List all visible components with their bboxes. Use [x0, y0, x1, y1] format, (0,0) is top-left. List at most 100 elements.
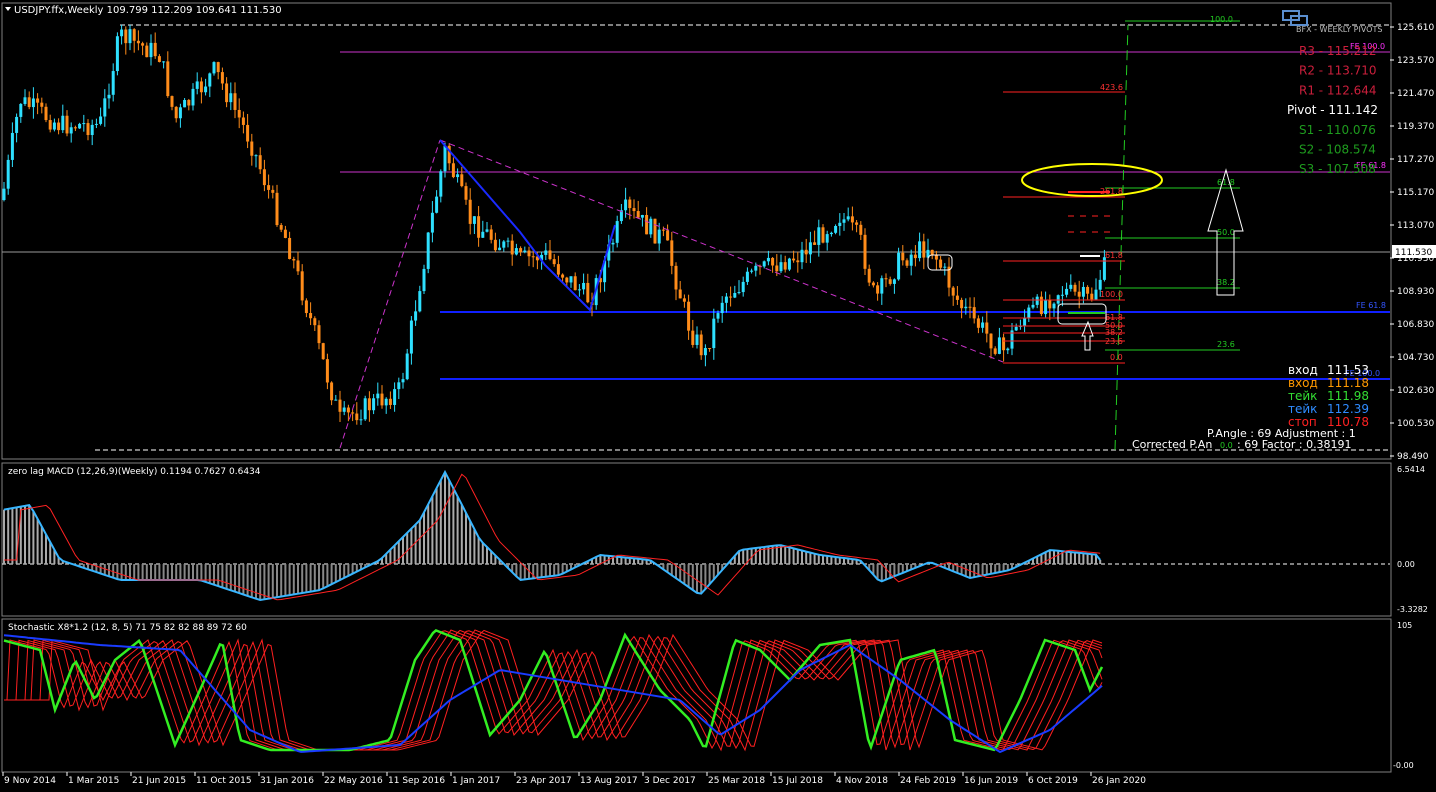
time-tick-label: 4 Nov 2018 — [836, 776, 888, 786]
candle-body — [577, 289, 581, 291]
time-tick-label: 6 Oct 2019 — [1028, 776, 1078, 786]
candle-body — [199, 81, 203, 93]
candle-body — [863, 234, 867, 269]
candle-body — [800, 249, 804, 263]
time-axis: 9 Nov 2014 1 Mar 2015 21 Jun 2015 11 Oct 20… — [2, 772, 1146, 786]
macd-axis-label: -3.3282 — [1397, 605, 1428, 614]
candle-body — [435, 196, 439, 213]
candle-body — [691, 330, 695, 345]
candle-body — [229, 93, 233, 103]
candle-body — [762, 261, 766, 267]
candle-body — [867, 268, 871, 283]
stoch-red-line — [4, 629, 1103, 752]
candle-body — [993, 348, 997, 354]
candle-body — [813, 242, 817, 245]
candle-body — [506, 240, 510, 242]
candle-body — [204, 86, 208, 93]
trade-value: 111.18 — [1327, 376, 1369, 390]
chart-window[interactable]: USDJPY.ffx,Weekly 109.799 112.209 109.64… — [0, 0, 1436, 792]
candle-body — [569, 276, 573, 283]
candle-body — [439, 171, 443, 197]
candle-body — [359, 419, 363, 421]
candlestick-series — [2, 24, 1106, 426]
candle-body — [653, 218, 657, 244]
candle-body — [36, 98, 40, 103]
candle-body — [1090, 293, 1094, 300]
candle-body — [283, 229, 287, 238]
pivot-level: Pivot - 111.142 — [1287, 103, 1378, 117]
pivot-title: BFX - WEEKLY PIVOTS — [1296, 25, 1382, 34]
candle-body — [611, 242, 615, 245]
candle-body — [855, 222, 859, 225]
candle-body — [909, 254, 913, 266]
candle-body — [1048, 300, 1052, 309]
dropdown-arrow-icon[interactable] — [5, 7, 11, 11]
stoch-red-line — [4, 629, 1103, 752]
candle-body — [1069, 284, 1073, 289]
fib-label: 100.0 — [1210, 15, 1233, 24]
candle-body — [132, 29, 136, 41]
price-tick-label: 104.730 — [1397, 353, 1434, 363]
candle-body — [451, 163, 455, 178]
candle-body — [493, 239, 497, 251]
candle-body — [23, 97, 27, 104]
candle-body — [737, 292, 741, 294]
candle-body — [716, 313, 720, 319]
candle-body — [632, 208, 636, 212]
current-price-label: 111.530 — [1395, 248, 1432, 258]
candle-body — [300, 271, 304, 301]
candle-body — [1023, 317, 1027, 326]
candle-body — [220, 72, 224, 84]
price-tick-label: 102.630 — [1397, 386, 1434, 396]
candle-body — [250, 141, 254, 156]
candle-body — [972, 307, 976, 319]
candle-body — [414, 311, 418, 321]
candle-body — [951, 287, 955, 296]
candle-body — [825, 234, 829, 243]
candle-body — [292, 259, 296, 261]
candle-body — [225, 83, 229, 103]
candle-body — [120, 29, 124, 37]
candle-body — [1094, 289, 1098, 300]
candle-body — [481, 231, 485, 238]
candle-body — [317, 325, 321, 344]
candle-body — [724, 296, 728, 303]
fib-label: 423.6 — [1100, 83, 1123, 92]
candle-body — [6, 159, 10, 189]
candle-body — [296, 260, 300, 272]
price-tick-label: 121.470 — [1397, 89, 1434, 99]
candle-body — [460, 174, 464, 187]
candle-body — [712, 318, 716, 349]
candle-body — [703, 348, 707, 356]
trade-info: вход 111.53 вход 111.18 тейк 111.98 тейк 112.39… — [1288, 363, 1369, 429]
candle-body — [191, 88, 195, 106]
candle-body — [582, 282, 586, 290]
candle-body — [82, 123, 86, 125]
candle-body — [31, 98, 35, 108]
candle-body — [657, 229, 661, 244]
time-tick-label: 23 Apr 2017 — [516, 776, 572, 786]
candle-body — [733, 293, 737, 298]
candle-body — [905, 260, 909, 266]
candle-body — [136, 40, 140, 44]
candle-body — [1031, 304, 1035, 308]
macd-axis-label: 6.5414 — [1397, 465, 1425, 474]
candle-body — [1035, 296, 1039, 305]
candle-body — [128, 29, 132, 44]
candle-body — [792, 258, 796, 261]
main-title: USDJPY.ffx,Weekly 109.799 112.209 109.64… — [14, 5, 282, 16]
candle-body — [674, 265, 678, 290]
candle-body — [208, 73, 212, 87]
candle-body — [808, 242, 812, 255]
candle-body — [787, 258, 791, 270]
candle-body — [237, 109, 241, 118]
candle-body — [363, 398, 367, 420]
candle-body — [884, 278, 888, 280]
candle-body — [456, 174, 460, 178]
candle-body — [989, 333, 993, 349]
time-tick-label: 3 Dec 2017 — [644, 776, 696, 786]
candle-body — [27, 97, 31, 108]
candle-body — [409, 320, 413, 354]
candle-body — [355, 413, 359, 421]
candle-body — [52, 122, 56, 130]
